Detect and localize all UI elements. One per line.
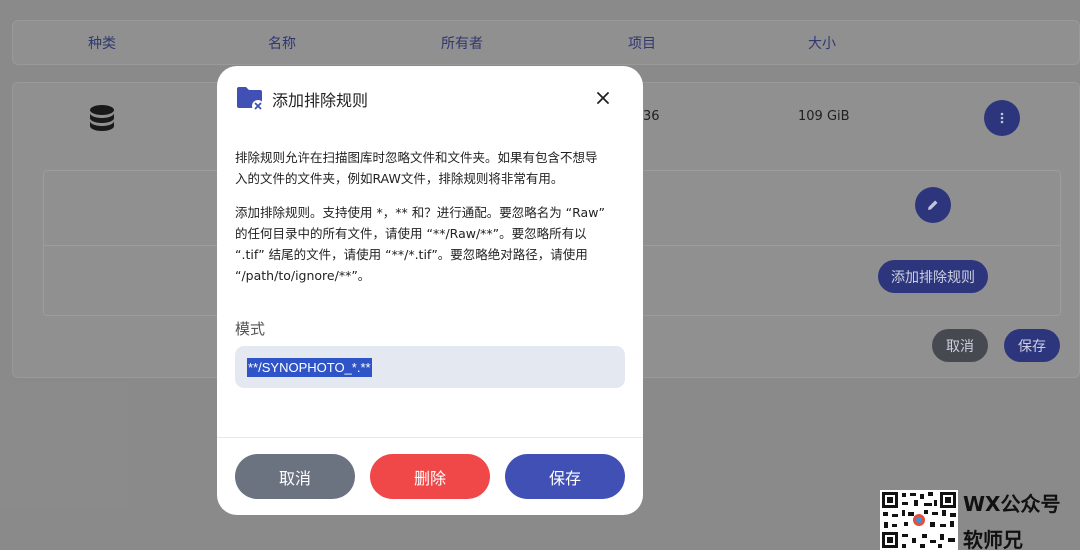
cancel-button[interactable]: 取消 bbox=[235, 454, 355, 499]
dialog-footer-divider bbox=[217, 437, 643, 438]
watermark-line-2: 软师兄 bbox=[963, 528, 1023, 550]
pattern-input[interactable]: **/SYNOPHOTO_*.** bbox=[235, 346, 625, 388]
dialog-title: 添加排除规则 bbox=[272, 91, 369, 110]
add-exclusion-rule-dialog: 添加排除规则 排除规则允许在扫描图库时忽略文件和文件夹。如果有包含不想导 入的文… bbox=[217, 66, 643, 515]
desc-usage-line-3: “.tif” 结尾的文件，请使用 “**/*.tif”。要忽略绝对路径，请使用 bbox=[235, 247, 588, 262]
delete-button[interactable]: 删除 bbox=[370, 454, 490, 499]
desc-usage-line-1: 添加排除规则。支持使用 *，** 和？进行通配。要忽略名为 “Raw” bbox=[235, 205, 605, 220]
pattern-input-value: **/SYNOPHOTO_*.** bbox=[247, 357, 372, 377]
dialog-description-usage: 添加排除规则。支持使用 *，** 和？进行通配。要忽略名为 “Raw” 的任何目… bbox=[235, 202, 627, 286]
desc-intro-line-1: 排除规则允许在扫描图库时忽略文件和文件夹。如果有包含不想导 bbox=[235, 150, 598, 165]
close-icon bbox=[597, 92, 609, 104]
qr-code-image bbox=[880, 490, 958, 550]
watermark-line-1: WX公众号 bbox=[963, 492, 1061, 516]
desc-usage-line-4: “/path/to/ignore/**”。 bbox=[235, 268, 371, 283]
folder-exclude-icon bbox=[237, 87, 264, 112]
desc-usage-line-2: 的任何目录中的所有文件，请使用 “**/Raw/**”。要忽略所有以 bbox=[235, 226, 587, 241]
pattern-label: 模式 bbox=[235, 320, 266, 338]
close-button[interactable] bbox=[593, 88, 613, 108]
save-button[interactable]: 保存 bbox=[505, 454, 625, 499]
desc-intro-line-2: 入的文件的文件夹，例如RAW文件，排除规则将非常有用。 bbox=[235, 171, 564, 186]
dialog-description-intro: 排除规则允许在扫描图库时忽略文件和文件夹。如果有包含不想导 入的文件的文件夹，例… bbox=[235, 147, 627, 189]
